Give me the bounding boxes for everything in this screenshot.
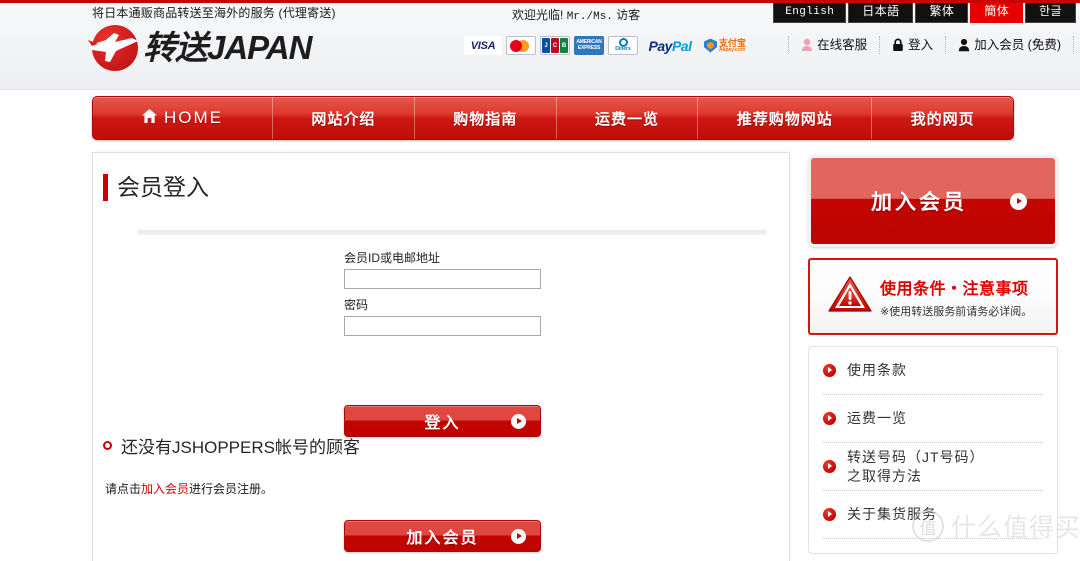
warning-text-group: 使用条件・注意事项 ※使用转送服务前请务必详阅。 bbox=[880, 275, 1032, 319]
lang-tab-japanese[interactable]: 日本語 bbox=[848, 3, 914, 23]
lock-icon bbox=[892, 38, 904, 52]
sidebar-item-terms-label: 使用条款 bbox=[847, 362, 907, 378]
main-navigation: HOME 网站介绍 购物指南 运费一览 推荐购物网站 我的网页 bbox=[92, 96, 1014, 140]
chevron-right-icon bbox=[511, 528, 526, 544]
arrow-bullet-icon bbox=[823, 460, 836, 473]
sidebar-link-list: 使用条款 运费一览 转送号码（JT号码） 之取得方法 关于集货服务 bbox=[808, 346, 1058, 554]
site-header: 将日本通贩商品转送至海外的服务 (代理寄送) 欢迎光临! Mr./Ms. 访客 … bbox=[0, 3, 1080, 90]
nav-item-home[interactable]: HOME bbox=[93, 97, 273, 139]
home-icon bbox=[142, 108, 157, 128]
member-id-label: 会员ID或电邮地址 bbox=[344, 251, 441, 265]
airplane-circle-logo-icon bbox=[88, 25, 138, 71]
join-member-inline-link[interactable]: 加入会员 bbox=[141, 482, 189, 496]
page-root: 将日本通贩商品转送至海外的服务 (代理寄送) 欢迎光临! Mr./Ms. 访客 … bbox=[0, 0, 1080, 561]
customer-service-link[interactable]: 在线客服 bbox=[788, 36, 879, 54]
logo-wordmark: 转送JAPAN bbox=[143, 29, 312, 66]
lang-tab-english[interactable]: English bbox=[773, 3, 847, 23]
sidebar-terms-warning-box[interactable]: 使用条件・注意事项 ※使用转送服务前请务必详阅。 bbox=[808, 258, 1058, 335]
page-title: 会员登入 bbox=[103, 174, 209, 201]
join-member-link[interactable]: 加入会员 (免费) bbox=[945, 36, 1074, 54]
nav-item-my-page[interactable]: 我的网页 bbox=[872, 97, 1013, 139]
chevron-right-icon bbox=[1010, 192, 1027, 210]
warning-title: 使用条件・注意事项 bbox=[880, 280, 1029, 298]
member-id-input[interactable] bbox=[344, 269, 541, 289]
ring-bullet-icon bbox=[103, 441, 112, 450]
mastercard-icon bbox=[506, 36, 536, 55]
arrow-bullet-icon bbox=[823, 412, 836, 425]
no-account-heading-label: 还没有JSHOPPERS帐号的顾客 bbox=[121, 438, 360, 457]
nav-item-home-label: HOME bbox=[164, 108, 223, 127]
header-tagline: 将日本通贩商品转送至海外的服务 (代理寄送) bbox=[92, 6, 336, 20]
arrow-bullet-icon bbox=[823, 508, 836, 521]
warning-triangle-icon bbox=[828, 275, 872, 318]
sidebar-item-shipping-fees[interactable]: 运费一览 bbox=[823, 395, 1043, 443]
lang-tab-simplified-chinese[interactable]: 簡体 bbox=[970, 3, 1024, 23]
title-divider bbox=[138, 230, 766, 235]
welcome-prefix: 欢迎光临! bbox=[512, 8, 564, 22]
no-account-description: 请点击加入会员进行会员注册。 bbox=[105, 480, 273, 497]
title-accent-bar bbox=[103, 174, 108, 201]
headset-operator-icon bbox=[801, 38, 813, 52]
arrow-bullet-icon bbox=[823, 364, 836, 377]
nav-item-about[interactable]: 网站介绍 bbox=[273, 97, 415, 139]
person-icon bbox=[958, 38, 970, 52]
join-member-label: 加入会员 (免费) bbox=[974, 38, 1061, 52]
password-label: 密码 bbox=[344, 298, 369, 312]
visa-icon: VISA bbox=[464, 36, 502, 55]
login-label: 登入 bbox=[908, 38, 934, 52]
join-member-button-label: 加入会员 bbox=[406, 530, 479, 547]
diners-club-icon: Diners bbox=[608, 36, 638, 55]
nav-item-shopping-guide[interactable]: 购物指南 bbox=[415, 97, 557, 139]
lang-tab-traditional-chinese[interactable]: 繁体 bbox=[915, 3, 969, 23]
main-content-panel: 会员登入 会员ID或电邮地址 密码 登入 还没有JSHOPPERS帐号的顾客 请… bbox=[92, 152, 790, 561]
login-link[interactable]: 登入 bbox=[879, 36, 945, 54]
page-title-label: 会员登入 bbox=[117, 174, 209, 200]
site-logo[interactable]: 转送JAPAN bbox=[88, 25, 312, 71]
welcome-message: 欢迎光临! Mr./Ms. 访客 bbox=[512, 6, 640, 23]
sidebar: 加入会员 使用条件・注意事项 ※使用转送服务前请务必详阅。 使用条款 运费一览 … bbox=[808, 155, 1058, 554]
no-account-suffix: 进行会员注册。 bbox=[189, 482, 274, 496]
welcome-salutation: Mr./Ms. bbox=[566, 11, 613, 23]
alipay-icon: 支付宝 Alipay.com bbox=[702, 36, 748, 55]
utility-links: 在线客服 登入 加入会员 (免费) bbox=[788, 36, 1074, 54]
sidebar-item-jt-number-label: 转送号码（JT号码） 之取得方法 bbox=[847, 448, 985, 484]
sidebar-item-jt-number[interactable]: 转送号码（JT号码） 之取得方法 bbox=[823, 443, 1043, 491]
no-account-prefix: 请点击 bbox=[105, 482, 142, 496]
sidebar-join-member-button[interactable]: 加入会员 bbox=[808, 155, 1058, 247]
sidebar-item-consolidation[interactable]: 关于集货服务 bbox=[823, 491, 1043, 539]
sidebar-item-consolidation-label: 关于集货服务 bbox=[847, 506, 937, 522]
nav-item-recommended-shops[interactable]: 推荐购物网站 bbox=[698, 97, 873, 139]
nav-item-shipping-fees[interactable]: 运费一览 bbox=[557, 97, 699, 139]
amex-icon: AMERICAN EXPRESS bbox=[574, 36, 604, 55]
no-account-heading: 还没有JSHOPPERS帐号的顾客 bbox=[103, 433, 360, 458]
login-submit-button[interactable]: 登入 bbox=[344, 405, 541, 437]
chevron-right-icon bbox=[511, 413, 526, 429]
jcb-icon: J C B bbox=[540, 36, 570, 55]
warning-subtitle: ※使用转送服务前请务必详阅。 bbox=[880, 305, 1033, 318]
language-switcher[interactable]: English 日本語 繁体 簡体 한글 bbox=[773, 3, 1076, 23]
paypal-icon: Pay Pal bbox=[648, 37, 692, 54]
sidebar-item-shipping-fees-label: 运费一览 bbox=[847, 410, 907, 426]
customer-service-label: 在线客服 bbox=[817, 38, 868, 52]
sidebar-join-member-label: 加入会员 bbox=[871, 191, 967, 214]
login-form: 会员ID或电邮地址 密码 bbox=[344, 249, 544, 343]
password-input[interactable] bbox=[344, 316, 541, 336]
join-member-button[interactable]: 加入会员 bbox=[344, 520, 541, 552]
sidebar-item-terms[interactable]: 使用条款 bbox=[823, 347, 1043, 395]
login-submit-label: 登入 bbox=[424, 415, 461, 432]
payment-methods: VISA J C B AMERICAN EXPRESS Diners Pay Pal… bbox=[464, 36, 748, 55]
welcome-suffix: 访客 bbox=[616, 8, 641, 22]
lang-tab-korean[interactable]: 한글 bbox=[1025, 3, 1076, 23]
